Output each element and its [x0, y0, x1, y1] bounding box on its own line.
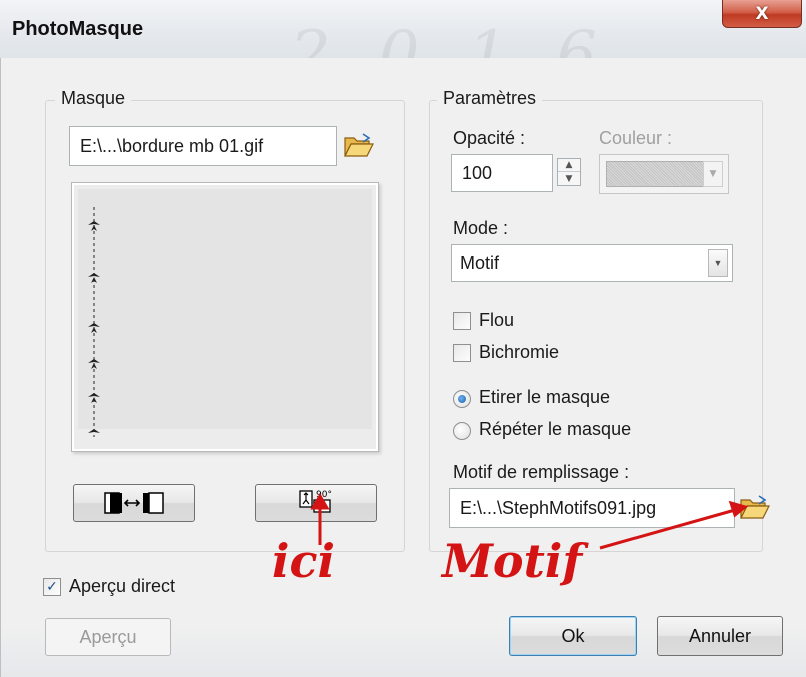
annotation-motif: Motif: [442, 534, 583, 588]
annotation-arrows: [310, 493, 749, 550]
annotation-ici: ici: [272, 534, 335, 588]
